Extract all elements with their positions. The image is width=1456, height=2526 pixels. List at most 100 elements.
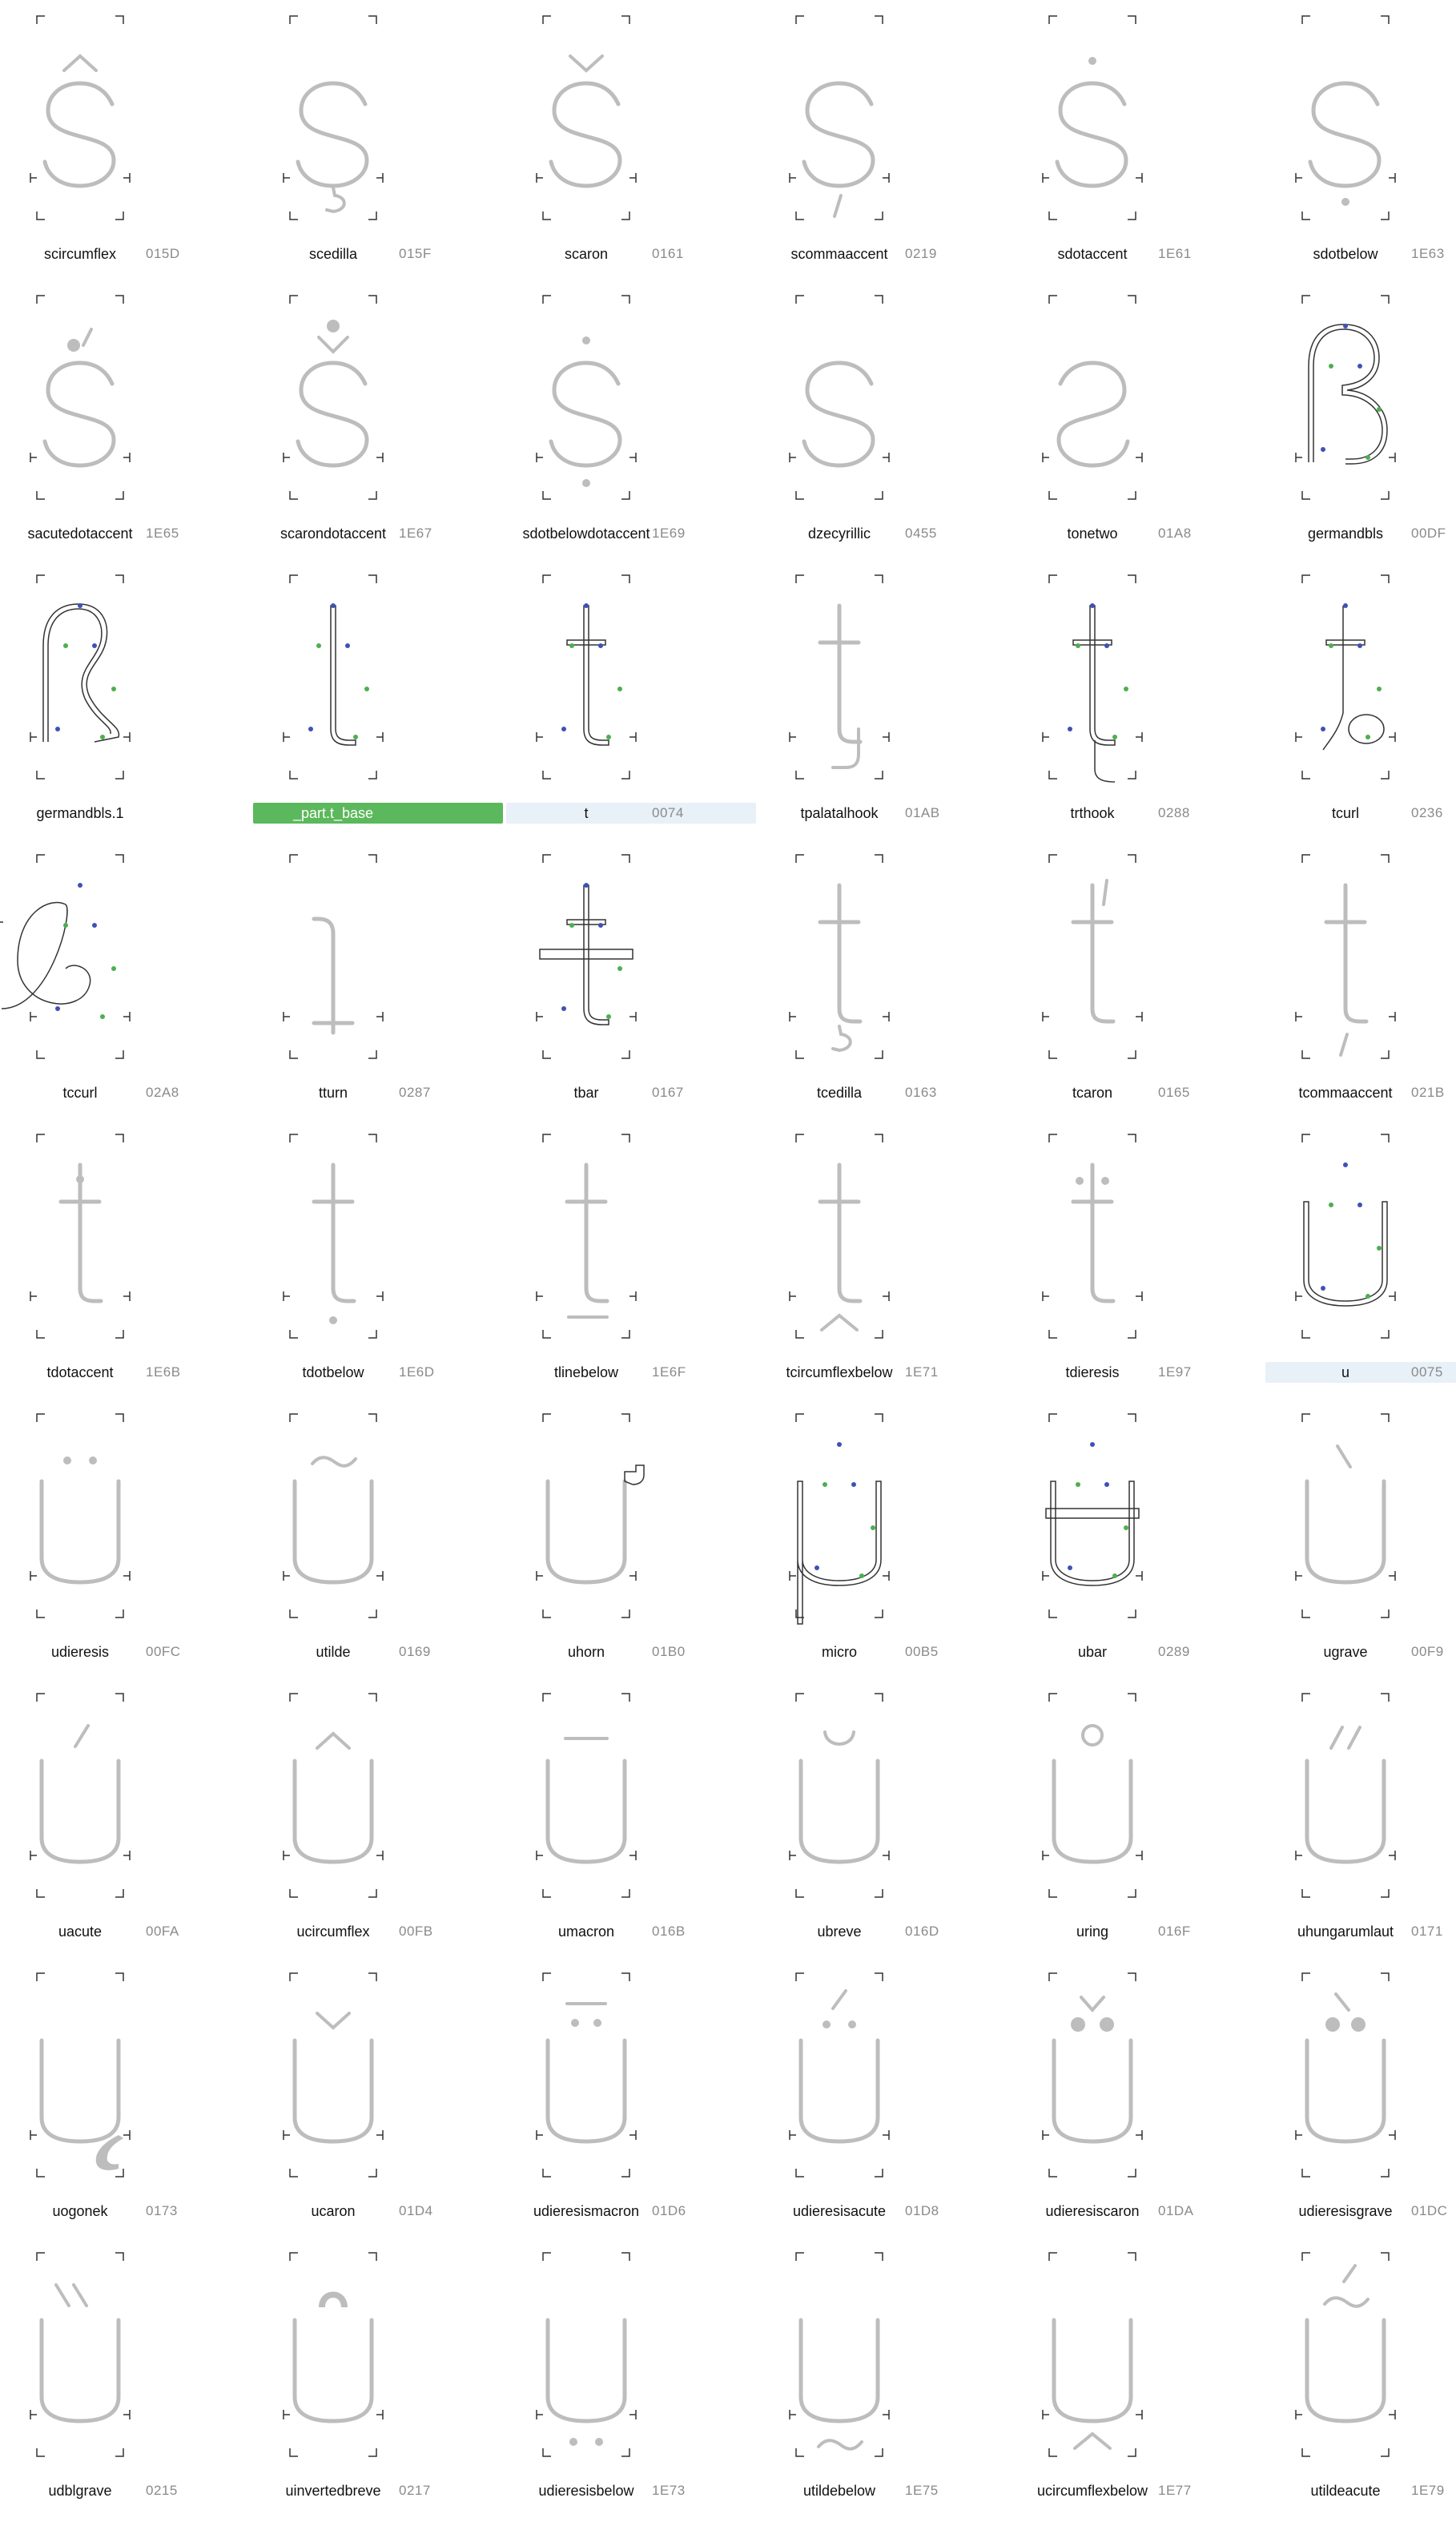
glyph-cell[interactable]: tcurl 0236 xyxy=(1219,569,1456,848)
glyph-cell[interactable]: u 0075 xyxy=(1219,1128,1456,1408)
glyph-cell[interactable]: ubreve 016D xyxy=(713,1687,966,1967)
glyph-cell[interactable]: tdotaccent 1E6B xyxy=(0,1128,207,1408)
glyph-cell[interactable]: tcedilla 0163 xyxy=(713,848,966,1128)
glyph-cell[interactable]: _part.t_base xyxy=(207,569,503,848)
glyph-preview xyxy=(536,1413,645,1618)
glyph-name: tcedilla xyxy=(816,1085,863,1101)
glyph-shape xyxy=(797,1442,882,1625)
glyph-cell[interactable]: udieresisbelow 1E73 xyxy=(460,2246,713,2526)
glyph-cell[interactable]: udieresisacute 01D8 xyxy=(713,1967,966,2246)
glyph-name: ubreve xyxy=(817,1924,862,1940)
glyph-cell[interactable]: utildeacute 1E79 xyxy=(1219,2246,1456,2526)
glyph-unicode: 015D xyxy=(146,246,180,261)
glyph-unicode: 0455 xyxy=(905,526,937,541)
glyph-preview xyxy=(789,1972,890,2178)
glyph-cell[interactable]: scarondotaccent 1E67 xyxy=(207,289,460,569)
glyph-unicode: 1E67 xyxy=(399,526,432,541)
glyph-cell[interactable]: dzecyrillic 0455 xyxy=(713,289,966,569)
glyph-cell[interactable]: sdotbelow 1E63 xyxy=(1219,10,1456,289)
glyph-cell[interactable]: ugrave 00F9 xyxy=(1219,1408,1456,1687)
glyph-cell[interactable]: udblgrave 0215 xyxy=(0,2246,207,2526)
glyph-preview xyxy=(789,854,890,1059)
glyph-cell[interactable]: tcaron 0165 xyxy=(966,848,1219,1128)
glyph-shape xyxy=(798,1730,880,1864)
glyph-unicode: 1E71 xyxy=(905,1364,939,1380)
glyph-cell[interactable]: ucircumflexbelow 1E77 xyxy=(966,2246,1219,2526)
glyph-cell[interactable]: tpalatalhook 01AB xyxy=(713,569,966,848)
metrics-box xyxy=(536,1693,637,1898)
glyph-preview xyxy=(536,1134,637,1339)
glyph-cell[interactable]: uinvertedbreve 0217 xyxy=(207,2246,460,2526)
glyph-cell[interactable]: scircumflex 015D xyxy=(0,10,207,289)
glyph-cell[interactable]: uhungarumlaut 0171 xyxy=(1219,1687,1456,1967)
glyph-shape xyxy=(1071,879,1116,1024)
glyph-cell[interactable]: umacron 016B xyxy=(460,1687,713,1967)
glyph-shape xyxy=(1321,603,1385,751)
glyph-preview xyxy=(1295,2252,1396,2457)
glyph-cell[interactable]: micro 00B5 xyxy=(713,1408,966,1687)
glyph-name: t xyxy=(584,805,589,821)
glyph-cell[interactable]: scommaaccent 0219 xyxy=(713,10,966,289)
glyph-shape xyxy=(292,1456,374,1585)
glyph-unicode: 0288 xyxy=(1158,805,1190,820)
glyph-shape xyxy=(1305,1444,1386,1585)
glyph-cell[interactable]: sacutedotaccent 1E65 xyxy=(0,289,207,569)
glyph-unicode: 1E6D xyxy=(399,1364,435,1380)
glyph-cell[interactable]: uacute 00FA xyxy=(0,1687,207,1967)
glyph-cell[interactable]: udieresis 00FC xyxy=(0,1408,207,1687)
glyph-shape xyxy=(539,883,633,1025)
glyph-preview xyxy=(30,1972,131,2178)
glyph-cell[interactable]: udieresisgrave 01DC xyxy=(1219,1967,1456,2246)
glyph-shape xyxy=(0,883,116,1019)
glyph-cell[interactable]: udieresiscaron 01DA xyxy=(966,1967,1219,2246)
glyph-cell[interactable]: tturn 0287 xyxy=(207,848,460,1128)
glyph-cell[interactable]: tcommaaccent 021B xyxy=(1219,848,1456,1128)
glyph-shape xyxy=(798,1989,880,2144)
glyph-cell[interactable]: tdieresis 1E97 xyxy=(966,1128,1219,1408)
glyph-preview xyxy=(30,1134,131,1339)
glyph-cell[interactable]: trthook 0288 xyxy=(966,569,1219,848)
metrics-box xyxy=(283,1413,384,1618)
glyph-shape xyxy=(818,603,863,769)
glyph-cell[interactable]: sdotbelowdotaccent 1E69 xyxy=(460,289,713,569)
glyph-cell[interactable]: udieresismacron 01D6 xyxy=(460,1967,713,2246)
glyph-cell[interactable]: t 0074 xyxy=(460,569,756,848)
glyph-cell[interactable]: tccurl 02A8 xyxy=(0,848,207,1128)
glyph-unicode: 0161 xyxy=(652,246,684,261)
glyph-cell[interactable]: tonetwo 01A8 xyxy=(966,289,1219,569)
glyph-preview xyxy=(0,854,131,1059)
metrics-box xyxy=(30,1693,131,1898)
glyph-cell[interactable]: ucaron 01D4 xyxy=(207,1967,460,2246)
glyph-unicode: 016F xyxy=(1158,1924,1191,1939)
glyph-preview xyxy=(1042,574,1143,783)
glyph-cell[interactable]: uogonek 0173 xyxy=(0,1967,207,2246)
glyph-cell[interactable]: sdotaccent 1E61 xyxy=(966,10,1219,289)
glyph-preview xyxy=(789,1693,890,1898)
glyph-cell[interactable]: uhorn 01B0 xyxy=(460,1408,713,1687)
glyph-name: micro xyxy=(822,1644,857,1660)
glyph-cell[interactable]: ubar 0289 xyxy=(966,1408,1219,1687)
glyph-shape xyxy=(39,2283,121,2423)
glyph-cell[interactable]: scaron 0161 xyxy=(460,10,713,289)
glyph-unicode: 01A8 xyxy=(1158,526,1192,541)
glyph-cell[interactable]: scedilla 015F xyxy=(207,10,460,289)
glyph-cell[interactable]: ucircumflex 00FB xyxy=(207,1687,460,1967)
glyph-unicode: 0074 xyxy=(652,805,684,820)
glyph-preview xyxy=(536,1693,637,1898)
glyph-cell[interactable]: germandbls.1 xyxy=(0,569,207,848)
glyph-cell[interactable]: tlinebelow 1E6F xyxy=(460,1128,713,1408)
glyph-preview xyxy=(536,295,637,500)
glyph-cell[interactable]: utildebelow 1E75 xyxy=(713,2246,966,2526)
glyph-preview xyxy=(283,1693,384,1898)
glyph-cell[interactable]: tdotbelow 1E6D xyxy=(207,1128,460,1408)
glyph-preview xyxy=(1295,574,1396,780)
glyph-cell[interactable]: utilde 0169 xyxy=(207,1408,460,1687)
glyph-cell[interactable]: uring 016F xyxy=(966,1687,1219,1967)
glyph-cell[interactable]: tbar 0167 xyxy=(460,848,713,1128)
glyph-cell[interactable]: tcircumflexbelow 1E71 xyxy=(713,1128,966,1408)
glyph-unicode: 00FA xyxy=(146,1924,179,1939)
glyph-preview xyxy=(283,2252,384,2457)
glyph-preview xyxy=(283,1972,384,2178)
glyph-cell[interactable]: germandbls 00DF xyxy=(1219,289,1456,569)
glyph-shape xyxy=(292,2012,374,2144)
